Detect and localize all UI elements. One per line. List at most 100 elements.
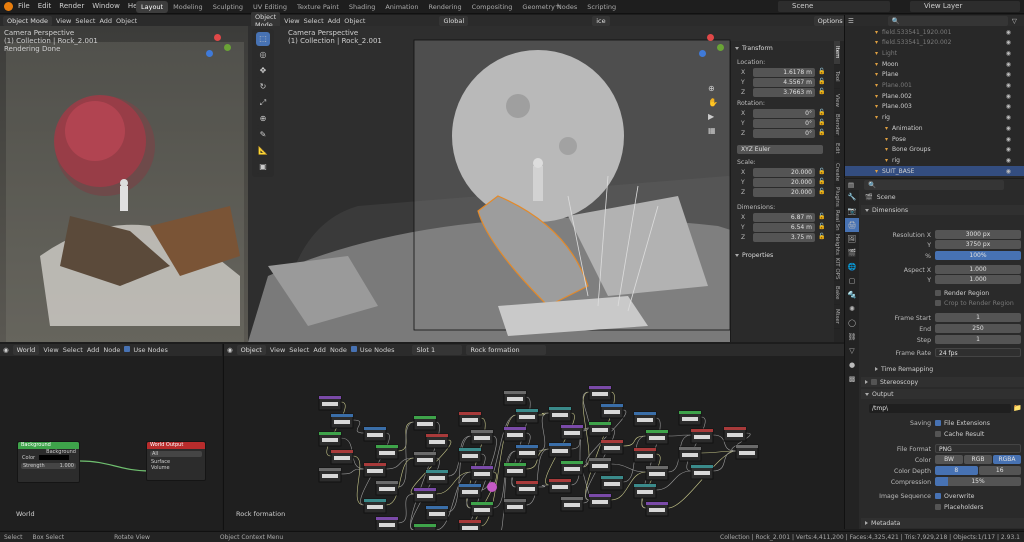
navigation-gizmo[interactable] [693,34,725,66]
shader-type-dropdown[interactable]: World [12,345,40,355]
lock-icon[interactable]: 🔓 [818,68,825,75]
menu-node[interactable]: Node [103,346,120,354]
shader-node[interactable] [633,447,657,463]
use-nodes-checkbox[interactable]: Use Nodes [124,346,168,354]
menu-add[interactable]: Add [99,17,112,25]
workspace-tab-scripting[interactable]: Scripting [582,1,621,13]
lock-icon[interactable]: 🔓 [818,129,825,136]
resolution-x-field[interactable]: 3000 px [935,230,1021,239]
sidebar-tab-tool[interactable]: Tool [834,65,840,89]
cache-result-checkbox[interactable]: Cache Result [935,429,984,439]
outliner-item[interactable]: ▾ Plane ◉ [845,70,1024,80]
visibility-eye-icon[interactable]: ◉ [1006,168,1011,175]
outliner-item[interactable]: ▾ Plane.002 ◉ [845,91,1024,101]
navigation-gizmo[interactable] [200,34,232,66]
compression-slider[interactable]: 15% [935,477,1021,486]
use-nodes-checkbox[interactable]: Use Nodes [350,346,394,354]
color-rgba-button[interactable]: RGBA [993,455,1021,464]
shader-node[interactable] [560,424,584,440]
shader-node[interactable] [503,498,527,514]
physics-tab-icon[interactable]: ◯ [845,316,859,330]
scene-tab-icon[interactable]: 🎬 [845,246,859,260]
shader-node[interactable] [548,442,572,458]
blender-logo-icon[interactable] [4,2,13,11]
workspace-tab-layout[interactable]: Layout [136,1,169,13]
perspective-grid-icon[interactable]: ▦ [708,124,718,138]
file-extensions-checkbox[interactable]: File Extensions [935,418,990,428]
color-bw-button[interactable]: BW [935,455,963,464]
workspace-tab-rendering[interactable]: Rendering [423,1,466,13]
shader-node[interactable] [600,403,624,419]
shader-node[interactable] [425,505,449,521]
lock-icon[interactable]: 🔓 [818,188,825,195]
shader-type-dropdown[interactable]: Object [236,345,266,355]
material-tab-icon[interactable]: ● [845,358,859,372]
placeholders-checkbox[interactable]: Placeholders [935,502,983,512]
menu-file[interactable]: File [18,2,30,10]
particles-tab-icon[interactable]: ✺ [845,302,859,316]
shader-node[interactable] [375,480,399,496]
resolution-y-field[interactable]: 3750 px [935,240,1021,249]
shader-node[interactable] [413,415,437,431]
output-tab-icon[interactable]: 🖨 [845,218,859,232]
x-axis-icon[interactable] [707,34,714,41]
menu-add[interactable]: Add [313,346,326,354]
scene-selector[interactable]: Scene [778,1,890,12]
shader-node[interactable] [413,523,437,530]
menu-window[interactable]: Window [92,2,120,10]
visibility-eye-icon[interactable]: ◉ [1006,50,1011,57]
zoom-icon[interactable]: ⊕ [708,82,718,96]
render-tab-icon[interactable]: 📷 [845,204,859,218]
shader-node[interactable] [503,426,527,442]
main-viewport[interactable]: Object Mode View Select Add Object Globa… [248,11,847,342]
shader-node[interactable] [425,469,449,485]
outliner-item[interactable]: ▾ Bone Groups ◉ [845,145,1024,155]
shader-node[interactable] [560,496,584,512]
frame-rate-dropdown[interactable]: 24 fps [935,348,1021,357]
menu-render[interactable]: Render [59,2,84,10]
visibility-eye-icon[interactable]: ◉ [1006,114,1011,121]
outliner-item[interactable]: ▾ Animation ◉ [845,123,1024,133]
visibility-eye-icon[interactable]: ◉ [1006,157,1011,164]
visibility-eye-icon[interactable]: ◉ [1006,82,1011,89]
shader-node[interactable] [560,460,584,476]
shader-node[interactable] [458,483,482,499]
lock-icon[interactable]: 🔓 [818,233,825,240]
mode-dropdown[interactable]: Object Mode [3,15,52,26]
metadata-header[interactable]: Metadata [861,518,1024,528]
visibility-eye-icon[interactable]: ◉ [1006,71,1011,78]
world-node-editor[interactable]: ◉ World View Select Add Node Use Nodes B… [0,344,222,530]
menu-select[interactable]: Select [304,17,324,25]
orientation-dropdown[interactable]: Global [439,15,469,26]
lock-icon[interactable]: 🔓 [818,223,825,230]
outliner-item[interactable]: ▾ Pose ◉ [845,134,1024,144]
camera-view-icon[interactable]: ▶ [708,110,718,124]
add-workspace-icon[interactable]: + [555,2,561,10]
pan-hand-icon[interactable]: ✋ [708,96,718,110]
color-wheel-icon[interactable] [487,482,497,492]
folder-icon[interactable]: 📁 [1013,404,1022,412]
shader-node[interactable] [515,444,539,460]
sidebar-tab-real-sn[interactable]: Real Sn [834,209,840,233]
filter-icon[interactable]: ▽ [1012,17,1017,25]
shader-node[interactable] [470,465,494,481]
scl-y-field[interactable]: 20.000 [753,178,815,187]
material-node-editor[interactable]: ◉ Object View Select Add Node Use Nodes … [223,344,844,530]
color-rgb-button[interactable]: RGB [964,455,992,464]
properties-header[interactable]: Properties [735,250,773,260]
y-axis-icon[interactable] [224,44,231,51]
menu-select[interactable]: Select [289,346,309,354]
resolution-percent-field[interactable]: 100% [935,251,1021,260]
menu-add[interactable]: Add [328,17,341,25]
workspace-tab-compositing[interactable]: Compositing [467,1,518,13]
scl-z-field[interactable]: 20.000 [753,188,815,197]
lock-icon[interactable]: 🔓 [818,88,825,95]
shader-node[interactable] [678,446,702,462]
render-viewport[interactable]: Object Mode View Select Add Object Camer… [0,15,248,342]
shader-node[interactable] [470,429,494,445]
shader-node[interactable] [363,462,387,478]
shader-node[interactable] [588,421,612,437]
color-swatch[interactable] [39,455,70,460]
output-panel-header[interactable]: Output [861,389,1024,399]
shader-node[interactable] [375,516,399,530]
